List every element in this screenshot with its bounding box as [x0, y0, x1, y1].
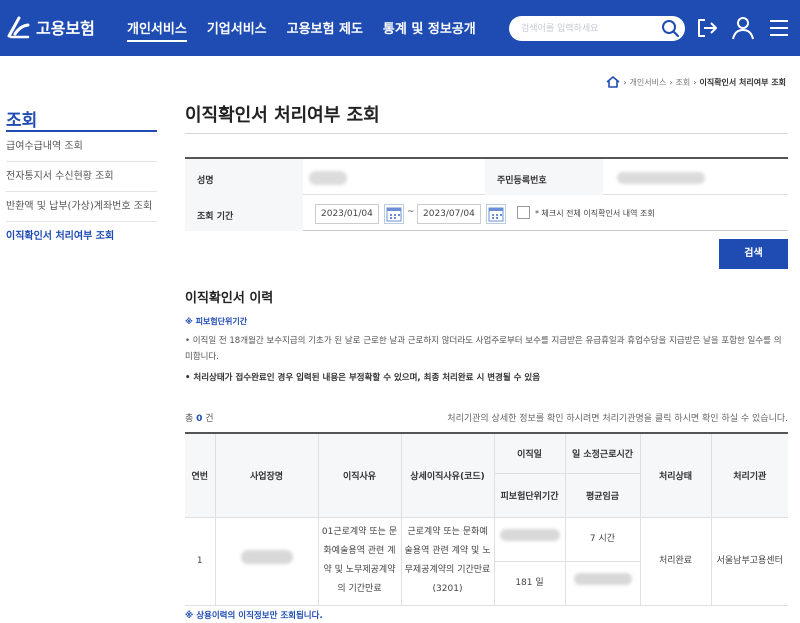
cell-no: 1 — [185, 516, 216, 606]
table-row: 1 01근로계약 또는 문화예술용역 관련 계약 및 노무제공계약의 기간만료 … — [185, 516, 788, 606]
calendar-icon[interactable] — [384, 204, 404, 224]
col-status: 처리상태 — [639, 432, 712, 518]
breadcrumb: › 개인서비스 › 조회 › 이직확인서 처리여부 조회 — [606, 76, 786, 88]
cell-leave-date — [493, 516, 566, 562]
page-title: 이직확인서 처리여부 조회 — [185, 105, 380, 126]
col-company: 사업장명 — [214, 432, 319, 518]
user-icon[interactable] — [730, 15, 756, 41]
agency-click-hint: 처리기관의 상세한 정보를 확인 하시려면 처리기관명을 클릭 하시면 확인 하… — [447, 414, 788, 424]
count-prefix: 총 — [185, 414, 194, 424]
logo[interactable]: 고용보험 — [6, 14, 95, 40]
search-box — [509, 16, 685, 41]
date-range-separator: ~ — [407, 207, 415, 217]
form-row-identity: 성명 주민등록번호 — [185, 159, 788, 195]
breadcrumb-separator: › — [669, 77, 673, 87]
breadcrumb-current: 이직확인서 처리여부 조회 — [699, 77, 786, 87]
col-avg-wage: 평균임금 — [564, 472, 640, 518]
col-work-hours: 일 소정근로시간 — [564, 432, 641, 474]
table-header-row: 연번 사업장명 이직사유 상세이직사유(코드) 이직일 일 소정근로시간 처리상… — [185, 432, 788, 518]
count-value: 0 — [196, 414, 203, 424]
sidebar-menu: 급여수급내역 조회 전자통지서 수신현황 조회 반환액 및 납부(가상)계좌번호… — [6, 132, 157, 252]
col-reason: 이직사유 — [317, 432, 402, 518]
start-date-input[interactable]: 2023/01/04 — [315, 204, 379, 224]
main-nav: 개인서비스 기업서비스 고용보험 제도 통계 및 정보공개 — [127, 18, 496, 42]
all-history-checkbox[interactable] — [517, 206, 530, 219]
nav-business-service[interactable]: 기업서비스 — [207, 18, 267, 42]
col-no: 연번 — [185, 432, 216, 518]
cell-detail-reason: 근로계약 또는 문화예술용역 관련 계약 및 노무제공계약의 기간만료(3201… — [400, 516, 495, 606]
note-warning: • 처리상태가 접수완료인 경우 입력된 내용은 부정확할 수 있으며, 최종 … — [185, 373, 541, 383]
sidebar-item-refund-account[interactable]: 반환액 및 납부(가상)계좌번호 조회 — [6, 192, 157, 222]
name-label: 성명 — [197, 176, 214, 186]
company-name-masked — [240, 550, 293, 564]
sidebar-item-separation-certificate[interactable]: 이직확인서 처리여부 조회 — [6, 222, 157, 252]
rrn-label: 주민등록번호 — [497, 176, 547, 186]
sidebar-item-benefit-history[interactable]: 급여수급내역 조회 — [6, 132, 157, 162]
note-heading: ※ 피보험단위기간 — [185, 317, 248, 326]
name-value-masked — [309, 171, 347, 185]
col-detail-reason: 상세이직사유(코드) — [400, 432, 495, 518]
rrn-value-masked — [617, 172, 705, 184]
cell-avg-wage — [564, 560, 640, 606]
period-label: 조회 기간 — [197, 212, 234, 222]
cell-agency[interactable]: 서울남부고용센터 — [710, 516, 788, 606]
breadcrumb-separator: › — [693, 77, 697, 87]
login-icon[interactable] — [694, 15, 720, 41]
logo-text: 고용보험 — [36, 19, 95, 38]
col-leave-date: 이직일 — [493, 432, 566, 474]
menu-icon[interactable] — [766, 15, 792, 41]
note-description: • 이직일 전 18개월간 보수지급의 기초가 된 날로 근로한 날과 근로하지… — [185, 336, 782, 362]
all-history-checkbox-label: * 체크시 전체 이직확인서 내역 조회 — [535, 209, 655, 218]
sidebar-title: 조회 — [6, 111, 38, 131]
count-suffix: 건 — [205, 414, 214, 424]
nav-personal-service[interactable]: 개인서비스 — [127, 18, 187, 42]
form-row-period: 조회 기간 2023/01/04 ~ 2023/07/04 * 체크시 전체 이… — [185, 195, 788, 231]
cell-insured-period: 181 일 — [494, 560, 566, 606]
breadcrumb-item[interactable]: 개인서비스 — [630, 77, 667, 88]
top-header: 고용보험 개인서비스 기업서비스 고용보험 제도 통계 및 정보공개 — [0, 0, 800, 56]
history-section-title: 이직확인서 이력 — [185, 291, 274, 306]
nav-statistics[interactable]: 통계 및 정보공개 — [383, 18, 476, 42]
history-table: 연번 사업장명 이직사유 상세이직사유(코드) 이직일 일 소정근로시간 처리상… — [185, 432, 788, 606]
sidebar-item-e-notice[interactable]: 전자통지서 수신현황 조회 — [6, 162, 157, 192]
logo-mark-icon — [6, 14, 32, 40]
avg-wage-masked — [573, 573, 632, 585]
nav-insurance-system[interactable]: 고용보험 제도 — [287, 18, 363, 42]
cell-status: 처리완료 — [639, 516, 712, 606]
search-icon[interactable] — [661, 19, 680, 38]
col-insured-period: 피보험단위기간 — [494, 472, 566, 518]
title-divider — [185, 133, 788, 134]
cell-reason: 01근로계약 또는 문화예술용역 관련 계약 및 노무제공계약의 기간만료 — [317, 516, 402, 606]
breadcrumb-item[interactable]: 조회 — [676, 77, 691, 88]
footer-note: ※ 상용이력의 이직정보만 조회됩니다. — [185, 611, 323, 621]
result-count: 총 0 건 — [185, 411, 214, 424]
search-input[interactable] — [521, 21, 651, 36]
search-form: 성명 주민등록번호 조회 기간 2023/01/04 ~ 2023/07/04 — [185, 157, 788, 231]
search-button[interactable]: 검색 — [719, 239, 788, 269]
breadcrumb-separator: › — [623, 77, 627, 87]
calendar-icon[interactable] — [486, 204, 506, 224]
home-icon[interactable] — [606, 76, 620, 88]
leave-date-masked — [499, 529, 560, 541]
end-date-input[interactable]: 2023/07/04 — [417, 204, 481, 224]
col-agency: 처리기관 — [710, 432, 788, 518]
cell-company — [214, 516, 319, 606]
cell-work-hours: 7 시간 — [564, 516, 641, 562]
